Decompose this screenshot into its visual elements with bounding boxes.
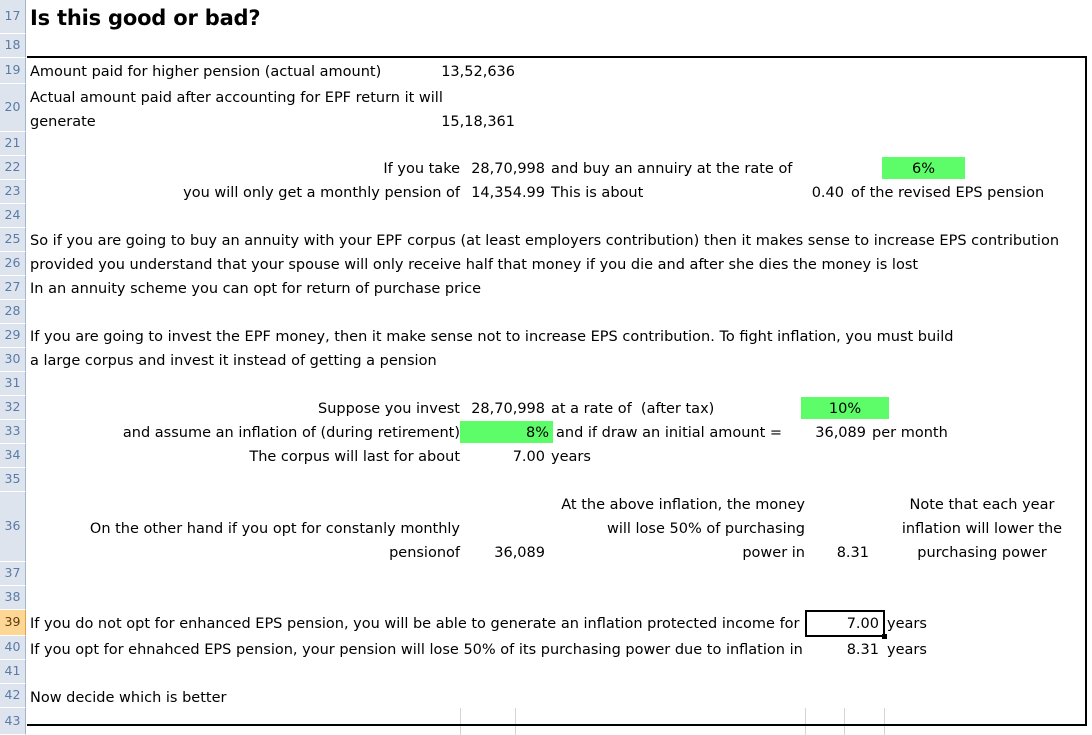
r32-value[interactable]: 28,70,998 xyxy=(460,397,545,421)
r40-value[interactable]: 8.31 xyxy=(805,638,879,662)
r36-right-line2: inflation will lower the xyxy=(901,521,1063,537)
row-header-32[interactable]: 32 xyxy=(0,396,26,420)
r20-value[interactable]: 15,18,361 xyxy=(385,110,515,134)
r29-note: If you are going to invest the EPF money… xyxy=(30,329,954,345)
row-header-41[interactable]: 41 xyxy=(0,660,26,684)
r23-ratio[interactable]: 0.40 xyxy=(784,181,844,205)
row-header-38[interactable]: 38 xyxy=(0,586,26,610)
row-header-23[interactable]: 23 xyxy=(0,180,26,204)
r34-value[interactable]: 7.00 xyxy=(460,445,545,469)
row-header-19[interactable]: 19 xyxy=(0,58,26,84)
column-gridline-2 xyxy=(515,708,516,735)
page-title: Is this good or bad? xyxy=(30,6,261,30)
r33-amount[interactable]: 36,089 xyxy=(784,421,866,445)
row-header-27[interactable]: 27 xyxy=(0,276,26,300)
row-header-33[interactable]: 33 xyxy=(0,420,26,444)
row-header-39[interactable]: 39 xyxy=(0,610,26,636)
r23-mid-label: This is about xyxy=(551,185,644,201)
r36-right-line1: Note that each year xyxy=(909,497,1055,513)
active-cell-selection[interactable] xyxy=(805,610,885,637)
row-header-29[interactable]: 29 xyxy=(0,324,26,348)
r22-mid-label: and buy an annuiry at the rate of xyxy=(551,161,793,177)
r22-label: If you take xyxy=(383,161,460,177)
column-gridline-5 xyxy=(884,708,885,735)
r34-label: The corpus will last for about xyxy=(249,449,460,465)
r22-value[interactable]: 28,70,998 xyxy=(460,157,545,181)
column-gridline-3 xyxy=(805,708,806,735)
r33-inflation-rate[interactable]: 8% xyxy=(460,421,549,445)
row-header-30[interactable]: 30 xyxy=(0,348,26,372)
r33-tail-label: per month xyxy=(872,425,948,441)
r36-mid-value[interactable]: 8.31 xyxy=(814,541,869,565)
row-header-35[interactable]: 35 xyxy=(0,468,26,492)
row-header-25[interactable]: 25 xyxy=(0,228,26,252)
row-header-24[interactable]: 24 xyxy=(0,204,26,228)
r25-note: So if you are going to buy an annuity wi… xyxy=(30,233,1060,249)
right-border-rule xyxy=(1085,56,1087,726)
row-header-37[interactable]: 37 xyxy=(0,562,26,586)
r33-label: and assume an inflation of (during retir… xyxy=(122,425,460,441)
r23-label: you will only get a monthly pension of xyxy=(183,185,460,201)
r23-value[interactable]: 14,354.99 xyxy=(460,181,545,205)
r36-mid-line2: will lose 50% of purchasing xyxy=(606,521,805,537)
r22-annuity-rate[interactable]: 6% xyxy=(882,157,965,181)
r26-note: provided you understand that your spouse… xyxy=(30,257,919,273)
r36-mid-line3: power in xyxy=(742,545,805,561)
r19-value[interactable]: 13,52,636 xyxy=(385,60,515,84)
r39-tail-label: years xyxy=(887,616,927,632)
row-header-36[interactable]: 36 xyxy=(0,492,26,562)
row-header-17[interactable]: 17 xyxy=(0,0,26,34)
spreadsheet-canvas: 17 18 19 20 21 22 23 24 25 26 27 28 29 3… xyxy=(0,0,1092,735)
r40-tail-label: years xyxy=(887,642,927,658)
r32-mid-label: at a rate of (after tax) xyxy=(551,401,715,417)
row-header-18[interactable]: 18 xyxy=(0,34,26,58)
r40-label: If you opt for ehnahced EPS pension, you… xyxy=(30,642,803,658)
column-gridline-1 xyxy=(460,708,461,735)
r36-left-line1: On the other hand if you opt for constan… xyxy=(89,521,460,537)
r20-label-line1: Actual amount paid after accounting for … xyxy=(30,90,443,106)
r36-left-line2: pensionof xyxy=(389,545,460,561)
r30-note: a large corpus and invest it instead of … xyxy=(30,353,437,369)
r23-tail-label: of the revised EPS pension xyxy=(851,185,1045,201)
r32-label: Suppose you invest xyxy=(318,401,460,417)
grid-area: Is this good or bad? Amount paid for hig… xyxy=(27,0,1092,735)
row-header-26[interactable]: 26 xyxy=(0,252,26,276)
row-header-28[interactable]: 28 xyxy=(0,300,26,324)
row-header-40[interactable]: 40 xyxy=(0,636,26,660)
r34-tail-label: years xyxy=(551,449,591,465)
bottom-border-rule xyxy=(27,724,1087,726)
row-header-21[interactable]: 21 xyxy=(0,132,26,156)
row-header-34[interactable]: 34 xyxy=(0,444,26,468)
r36-mid-line1: At the above inflation, the money xyxy=(561,497,805,513)
r36-right-line3: purchasing power xyxy=(917,545,1047,561)
r42-note: Now decide which is better xyxy=(30,690,227,706)
row-header-20[interactable]: 20 xyxy=(0,84,26,132)
r39-label: If you do not opt for enhanced EPS pensi… xyxy=(30,616,800,632)
r27-note: In an annuity scheme you can opt for ret… xyxy=(30,281,482,297)
row-header-31[interactable]: 31 xyxy=(0,372,26,396)
row-header-column: 17 18 19 20 21 22 23 24 25 26 27 28 29 3… xyxy=(0,0,27,735)
row-header-42[interactable]: 42 xyxy=(0,684,26,708)
r32-return-rate[interactable]: 10% xyxy=(801,397,889,421)
row-header-22[interactable]: 22 xyxy=(0,156,26,180)
column-gridline-4 xyxy=(844,708,845,735)
top-border-rule xyxy=(27,56,1087,58)
row-header-43[interactable]: 43 xyxy=(0,708,26,735)
